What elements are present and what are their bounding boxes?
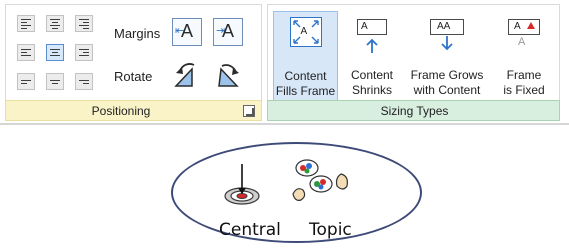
content-shrinks-button[interactable]: A Content Shrinks — [343, 11, 401, 103]
frame-is-fixed-label: Frame is Fixed — [494, 68, 554, 98]
content-shrinks-glyph: A — [361, 21, 368, 32]
rotate-label: Rotate — [114, 69, 153, 84]
content-shrinks-icon: A — [357, 19, 387, 35]
topic-word-central: Central — [219, 220, 281, 240]
ribbon: Margins ⇤ A ⇥ A Rotate Positioning A Con… — [0, 0, 569, 128]
rotate-left-icon[interactable] — [172, 61, 202, 89]
content-fills-frame-line1: Content — [284, 69, 327, 83]
frame-grows-line1: Frame Grows — [410, 68, 484, 82]
central-topic-bubble[interactable]: Central Topic — [171, 142, 422, 243]
align-top-right-button[interactable] — [75, 15, 93, 32]
content-fills-frame-icon: A — [289, 17, 322, 47]
topic-word-topic: Topic — [309, 220, 352, 240]
margin-right-glyph: A — [222, 21, 235, 41]
frame-grows-with-content-button[interactable]: AA Frame Grows with Content — [406, 11, 488, 103]
align-middle-right-button[interactable] — [75, 44, 93, 61]
content-shrinks-line2: Shrinks — [351, 83, 392, 97]
align-middle-left-button[interactable] — [17, 44, 35, 61]
ribbon-divider — [0, 123, 569, 125]
rotate-right-icon[interactable] — [213, 61, 243, 89]
overflow-warning-icon — [527, 22, 535, 29]
margin-left-glyph: A — [181, 21, 194, 41]
frame-is-fixed-icon: A — [508, 19, 540, 35]
frame-grows-icon: AA — [430, 19, 464, 35]
frame-grows-glyph: AA — [437, 21, 451, 32]
frame-is-fixed-glyph: A — [514, 21, 521, 32]
target-symbol-icon — [224, 164, 260, 205]
align-bottom-center-button[interactable] — [46, 73, 64, 90]
sizing-types-group-footer: Sizing Types — [267, 100, 560, 121]
content-shrinks-line1: Content — [350, 68, 394, 82]
positioning-group-label: Positioning — [91, 104, 151, 118]
up-arrow-icon — [366, 38, 378, 53]
align-top-left-button[interactable] — [17, 15, 35, 32]
margin-left-icon[interactable]: ⇤ A — [172, 18, 202, 46]
content-fills-frame-button[interactable]: A Content Fills Frame — [273, 11, 338, 103]
margins-label: Margins — [114, 26, 161, 41]
down-arrow-icon — [441, 36, 453, 51]
align-top-center-button[interactable] — [46, 15, 64, 32]
content-fills-frame-label: Content Fills Frame — [274, 69, 337, 99]
content-fills-frame-line2: Fills Frame — [275, 84, 336, 98]
frame-is-fixed-line1: Frame — [506, 68, 542, 82]
frame-grows-line2: with Content — [413, 83, 481, 97]
align-middle-center-button[interactable] — [46, 44, 64, 61]
frame-grows-label: Frame Grows with Content — [406, 68, 488, 98]
align-bottom-left-button[interactable] — [17, 73, 35, 90]
content-shrinks-label: Content Shrinks — [343, 68, 401, 98]
align-bottom-right-button[interactable] — [75, 73, 93, 90]
margin-right-icon[interactable]: ⇥ A — [213, 18, 243, 46]
frame-is-fixed-line2: is Fixed — [503, 83, 545, 97]
content-fills-frame-glyph: A — [300, 26, 308, 37]
positioning-group-footer: Positioning — [5, 100, 262, 121]
frame-is-fixed-button[interactable]: A A Frame is Fixed — [494, 11, 554, 103]
dialog-launcher-icon[interactable] — [243, 105, 255, 117]
sizing-types-group-label: Sizing Types — [380, 104, 449, 118]
overflow-text-glyph: A — [518, 36, 526, 48]
people-talking-symbol-icon — [292, 159, 348, 201]
